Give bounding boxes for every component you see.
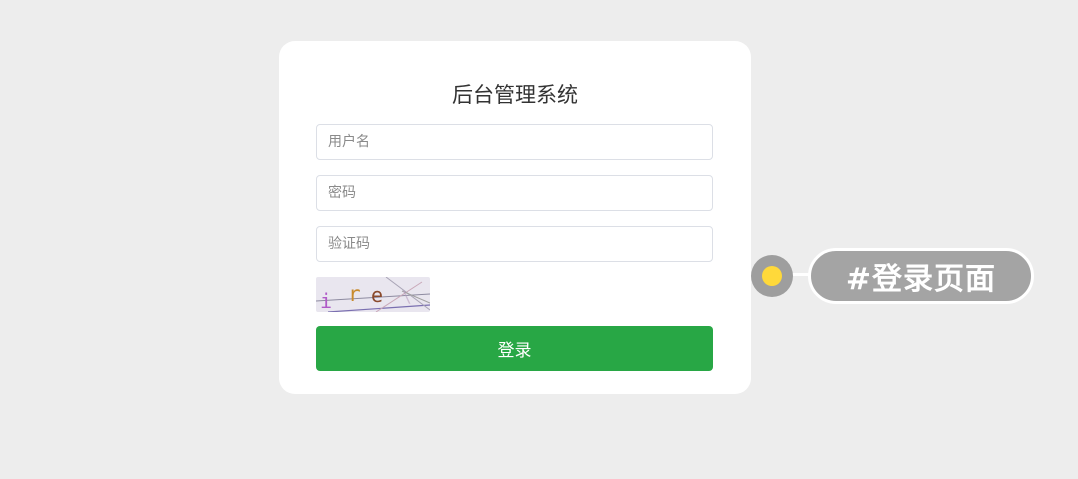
svg-text:\: \ bbox=[402, 287, 412, 306]
login-button[interactable]: 登录 bbox=[316, 326, 713, 371]
page: 后台管理系统 i r e \ 登录 #登录页面 bbox=[0, 0, 1078, 479]
annotation-tag: #登录页面 bbox=[808, 248, 1034, 304]
page-title: 后台管理系统 bbox=[452, 83, 578, 107]
login-card: 后台管理系统 i r e \ 登录 bbox=[279, 41, 751, 394]
username-input[interactable] bbox=[316, 124, 713, 160]
svg-text:e: e bbox=[371, 283, 383, 307]
password-input[interactable] bbox=[316, 175, 713, 211]
svg-text:i: i bbox=[320, 289, 332, 312]
captcha-image[interactable]: i r e \ bbox=[316, 277, 430, 312]
annotation-dot-icon bbox=[751, 255, 793, 297]
annotation-tag-label: #登录页面 bbox=[845, 262, 997, 297]
captcha-input[interactable] bbox=[316, 226, 713, 262]
svg-text:r: r bbox=[348, 282, 361, 306]
